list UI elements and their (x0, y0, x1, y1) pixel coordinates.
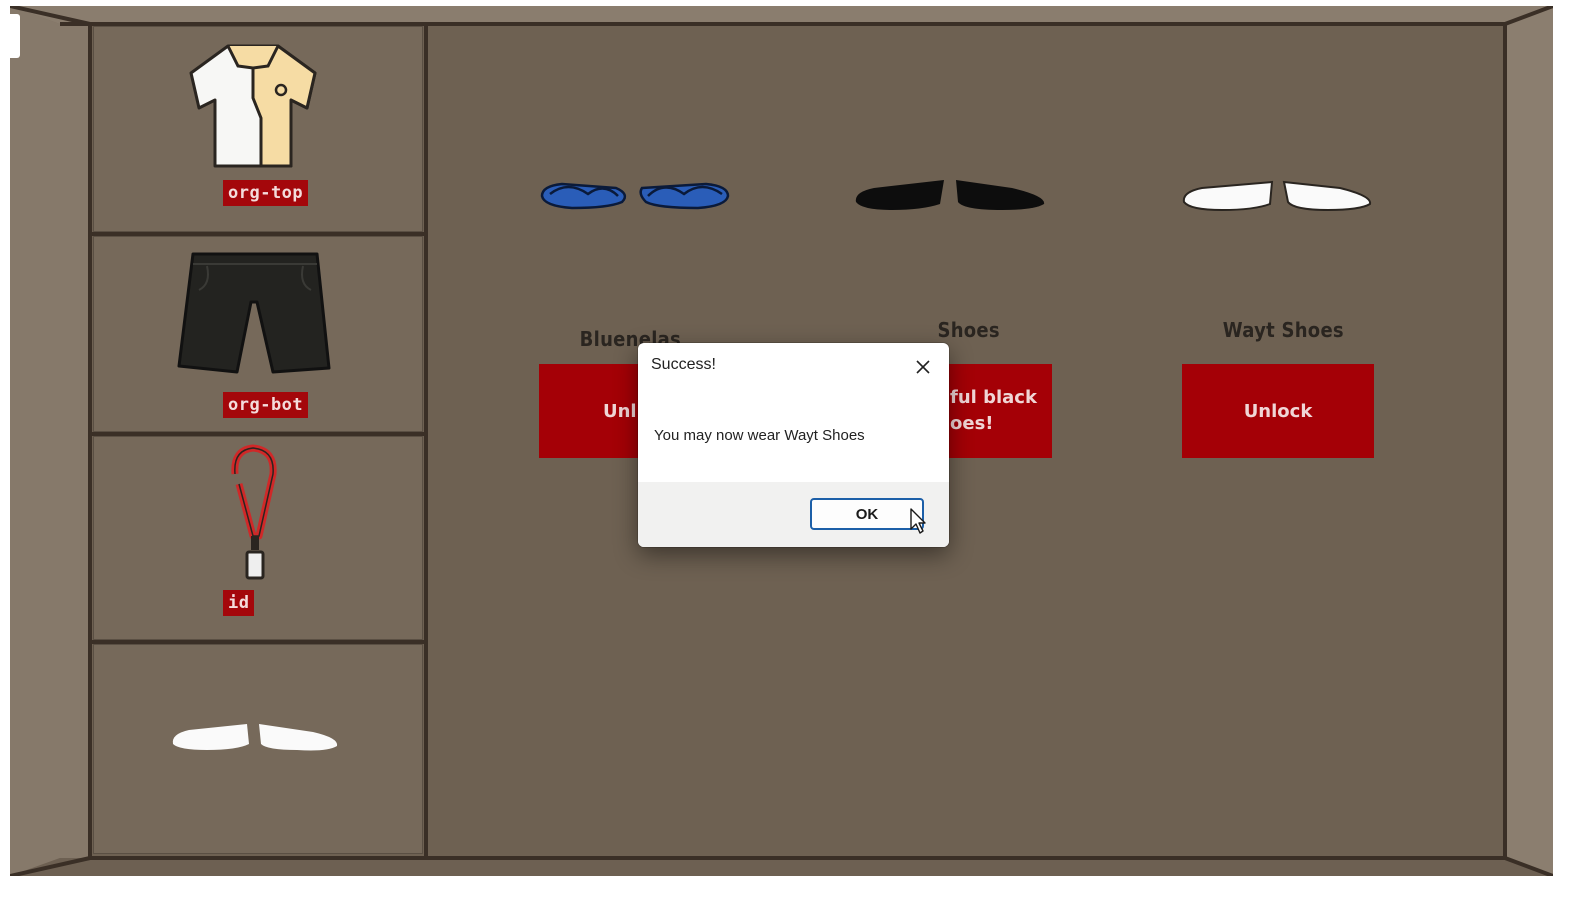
dialog-message: You may now wear Wayt Shoes (654, 427, 865, 444)
white-shoes-icon (172, 724, 338, 751)
dialog-title: Success! (651, 356, 716, 373)
mouse-cursor-icon (910, 508, 926, 534)
black-shoes-icon (855, 180, 1045, 210)
polo-shirt-icon (189, 44, 317, 168)
ok-button[interactable]: OK (810, 498, 924, 530)
lanyard-icon (231, 444, 277, 580)
unlock-button-wayt-shoes[interactable]: Unlock (1182, 364, 1374, 458)
slot-label: id (223, 590, 255, 616)
slot-org-top[interactable]: org-top (93, 26, 423, 232)
wear-button-shoes[interactable]: ful black oes! (946, 364, 1052, 458)
dialog-close-button[interactable] (908, 352, 938, 382)
slot-label: org-bot (223, 392, 309, 418)
item-name-shoes: Shoes (937, 318, 1000, 342)
unlock-button-bluenelas[interactable]: Unl (539, 364, 643, 458)
slot-label: org-top (223, 180, 309, 206)
item-name-wayt-shoes: Wayt Shoes (1222, 318, 1344, 342)
unlock-button-label: Unlock (1243, 400, 1313, 422)
wear-button-line2: oes! (950, 413, 994, 434)
success-dialog: Success! You may now wear Wayt Shoes OK (638, 343, 949, 547)
white-shoes-icon (1182, 180, 1372, 212)
unlock-button-label: Unl (603, 400, 637, 422)
slot-id[interactable]: id (93, 436, 423, 640)
slot-shoes[interactable] (93, 644, 423, 854)
close-icon (916, 360, 930, 374)
blue-sandals-icon (540, 182, 730, 210)
slot-org-bot[interactable]: org-bot (93, 236, 423, 432)
corner-tab[interactable] (10, 14, 20, 58)
wear-button-line1: ful black (950, 387, 1037, 408)
shorts-icon (177, 252, 331, 374)
